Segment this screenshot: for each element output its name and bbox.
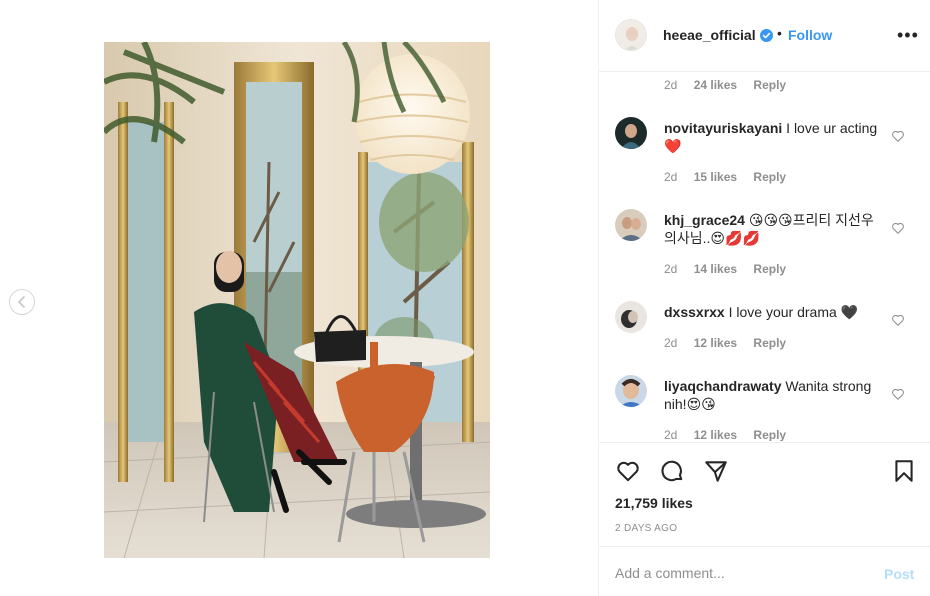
reply-button[interactable]: Reply [753, 262, 786, 276]
comment-text: liyaqchandrawaty Wanita strong nih!😍😘 [664, 377, 890, 413]
commenter-username[interactable]: khj_grace24 [664, 212, 745, 228]
like-comment-heart-icon[interactable] [891, 129, 905, 143]
add-comment-bar: Post [599, 546, 930, 596]
commenter-avatar[interactable] [615, 301, 647, 333]
reply-button[interactable]: Reply [753, 78, 786, 92]
commenter-username[interactable]: novitayuriskayani [664, 120, 782, 136]
like-comment-heart-icon[interactable] [891, 313, 905, 327]
likes-count[interactable]: 21,759 likes [615, 495, 693, 511]
commenter-username[interactable]: dxssxrxx [664, 304, 725, 320]
comment-age: 2d [664, 428, 678, 441]
comment-likes[interactable]: 15 likes [694, 170, 737, 184]
commenter-username[interactable]: liyaqchandrawaty [664, 378, 782, 394]
previous-post-button[interactable] [9, 289, 35, 315]
author-avatar[interactable] [615, 19, 647, 51]
post-details-pane: heeae_official • Follow ••• 2d 24 likes … [598, 0, 930, 596]
paper-plane-icon[interactable] [703, 458, 729, 484]
comment-likes[interactable]: 14 likes [694, 262, 737, 276]
comment-likes[interactable]: 24 likes [694, 78, 737, 92]
comment-text: khj_grace24 😘😘😘프리티 지선우 의사님..😍💋💋 [664, 211, 890, 247]
more-options-icon[interactable]: ••• [897, 26, 919, 44]
reply-button[interactable]: Reply [753, 428, 786, 441]
post-timestamp[interactable]: 2 DAYS AGO [615, 523, 677, 534]
like-comment-heart-icon[interactable] [891, 387, 905, 401]
heart-outline-icon[interactable] [615, 458, 641, 484]
commenter-avatar[interactable] [615, 209, 647, 241]
comment-meta: 2d 14 likes Reply [664, 262, 799, 276]
comments-list[interactable]: 2d 24 likes Reply novitayuriskayani I lo… [599, 73, 930, 441]
post-comment-button[interactable]: Post [884, 566, 914, 582]
media-pane [0, 0, 598, 596]
bookmark-icon[interactable] [891, 458, 917, 484]
post-header: heeae_official • Follow ••• [599, 0, 930, 72]
comment-age: 2d [664, 78, 678, 92]
comment-meta: 2d 12 likes Reply [664, 336, 799, 350]
follow-button[interactable]: Follow [788, 27, 832, 43]
comment-body: I love your drama 🖤 [728, 304, 859, 320]
comment-input[interactable] [615, 563, 865, 583]
reply-button[interactable]: Reply [753, 336, 786, 350]
verified-badge-icon [760, 29, 773, 42]
comment-text: novitayuriskayani I love ur acting❤️ [664, 119, 890, 155]
post-image [104, 42, 490, 558]
comment-age: 2d [664, 336, 678, 350]
comment-meta: 2d 15 likes Reply [664, 170, 799, 184]
reply-button[interactable]: Reply [753, 170, 786, 184]
commenter-avatar[interactable] [615, 117, 647, 149]
comment-likes[interactable]: 12 likes [694, 428, 737, 441]
instagram-post-modal: heeae_official • Follow ••• 2d 24 likes … [0, 0, 930, 596]
comment-meta: 2d 12 likes Reply [664, 428, 799, 441]
post-actions: 21,759 likes 2 DAYS AGO [599, 442, 930, 546]
avatar-image [616, 20, 646, 50]
chevron-left-icon [18, 296, 25, 308]
comment-age: 2d [664, 170, 678, 184]
like-comment-heart-icon[interactable] [891, 221, 905, 235]
comment-text: dxssxrxx I love your drama 🖤 [664, 303, 890, 321]
post-photo[interactable] [104, 42, 490, 558]
comment-bubble-icon[interactable] [659, 458, 685, 484]
author-username[interactable]: heeae_official [663, 27, 756, 43]
comment-age: 2d [664, 262, 678, 276]
separator-dot: • [777, 25, 782, 41]
commenter-avatar[interactable] [615, 375, 647, 407]
comment-meta: 2d 24 likes Reply [664, 78, 799, 92]
comment-likes[interactable]: 12 likes [694, 336, 737, 350]
